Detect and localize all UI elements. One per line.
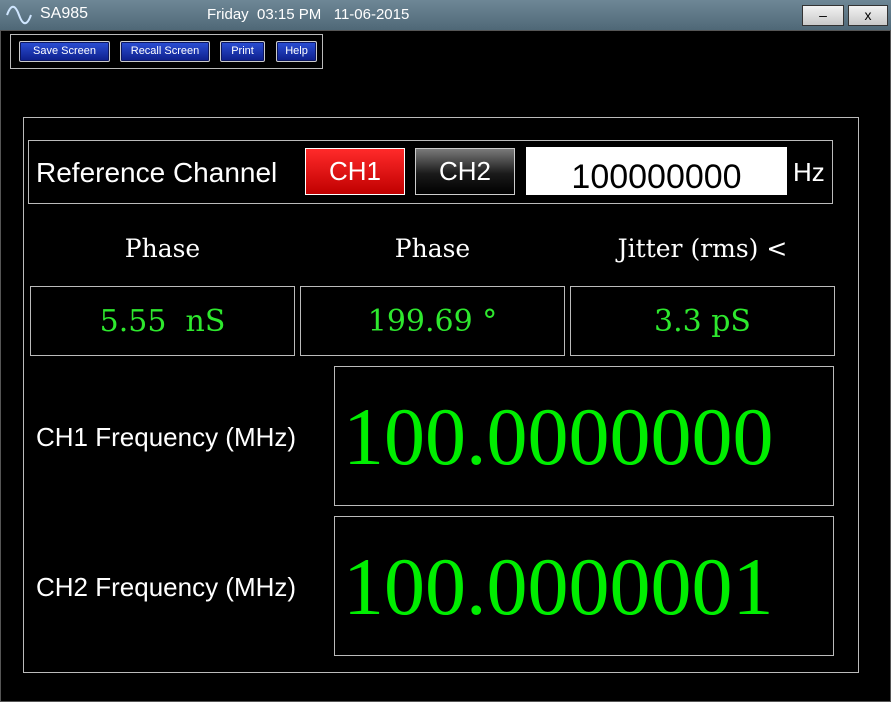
frequency-unit-label: Hz [793, 157, 825, 187]
recall-screen-button[interactable]: Recall Screen [120, 41, 210, 62]
toolbar: Save Screen Recall Screen Print Help [10, 34, 323, 69]
app-name: SA985 [40, 5, 89, 22]
ch2-frequency-label: CH2 Frequency (MHz) [36, 572, 297, 602]
reference-channel-label: Reference Channel [36, 157, 278, 188]
ch1-frequency-label: CH1 Frequency (MHz) [36, 422, 297, 452]
save-screen-button[interactable]: Save Screen [19, 41, 110, 62]
reference-frequency-input[interactable]: 100000000 [526, 147, 787, 196]
ch1-button[interactable]: CH1 [305, 148, 405, 195]
minimize-button[interactable]: – [802, 5, 844, 26]
datetime-display: Friday 03:15 PM 11-06-2015 [207, 6, 410, 23]
phase-degree-readout: 199.69 ° [300, 286, 565, 356]
phase-degree-label: Phase [394, 234, 471, 263]
phase-time-label: Phase [124, 234, 201, 263]
ch2-frequency-readout: 100.0000001 [334, 516, 834, 656]
phase-time-readout: 5.55 nS [30, 286, 295, 356]
close-button[interactable]: x [848, 5, 888, 26]
print-button[interactable]: Print [220, 41, 265, 62]
jitter-label: Jitter (rms) < [617, 234, 788, 263]
sine-wave-icon [6, 5, 32, 25]
title-bar: SA985 Friday 03:15 PM 11-06-2015 – x [0, 0, 891, 31]
ch1-frequency-readout: 100.0000000 [334, 366, 834, 506]
help-button[interactable]: Help [276, 41, 317, 62]
ch2-button[interactable]: CH2 [415, 148, 515, 195]
jitter-readout: 3.3 pS [570, 286, 835, 356]
